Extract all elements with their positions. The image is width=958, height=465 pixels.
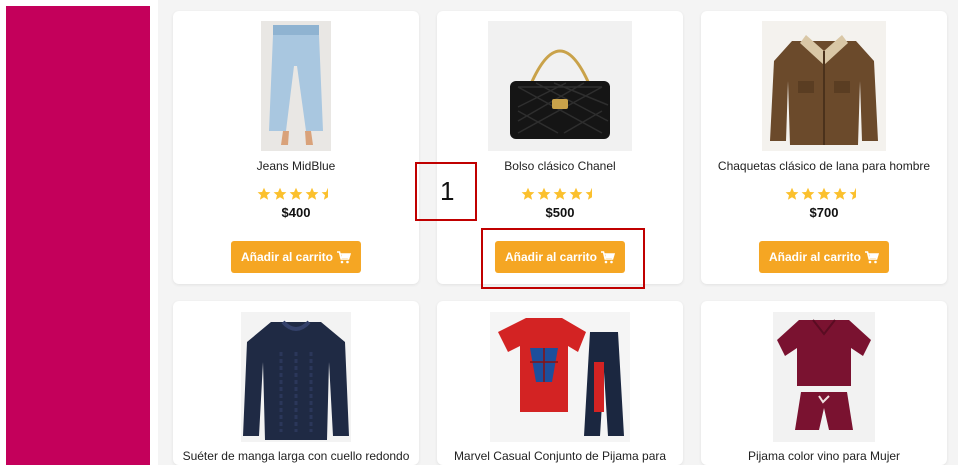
cart-icon <box>865 250 880 264</box>
product-price: $400 <box>281 205 311 220</box>
star-icon <box>801 187 815 201</box>
annotation-highlight <box>481 228 645 289</box>
button-label: Añadir al carrito <box>240 250 334 264</box>
rating-stars <box>701 187 947 201</box>
star-icon <box>257 187 271 201</box>
star-icon <box>521 187 535 201</box>
product-name[interactable]: Jeans MidBlue <box>173 159 419 173</box>
pajama-image <box>437 312 683 442</box>
product-name[interactable]: Chaquetas clásico de lana para hombre <box>701 159 947 173</box>
star-icon <box>321 187 335 201</box>
button-label: Añadir al carrito <box>768 250 862 264</box>
star-icon <box>849 187 863 201</box>
womens-pajama-image <box>701 312 947 442</box>
star-icon <box>833 187 847 201</box>
jacket-image <box>701 21 947 151</box>
product-card[interactable]: Chaquetas clásico de lana para hombre $7… <box>701 11 947 284</box>
annotation-number: 1 <box>440 176 455 206</box>
star-icon <box>569 187 583 201</box>
handbag-image <box>437 21 683 151</box>
star-icon <box>289 187 303 201</box>
product-card[interactable]: Marvel Casual Conjunto de Pijama para <box>437 301 683 465</box>
star-icon <box>785 187 799 201</box>
product-card[interactable]: Suéter de manga larga con cuello redondo <box>173 301 419 465</box>
sidebar <box>6 6 150 465</box>
star-icon <box>585 187 599 201</box>
star-icon <box>537 187 551 201</box>
add-to-cart-button[interactable]: Añadir al carrito <box>758 241 890 273</box>
jeans-image <box>173 21 419 151</box>
product-name[interactable]: Marvel Casual Conjunto de Pijama para <box>437 449 683 463</box>
product-card[interactable]: Jeans MidBlue $400 Añadir al carrito <box>173 11 419 284</box>
rating-stars <box>173 187 419 201</box>
product-name[interactable]: Suéter de manga larga con cuello redondo <box>173 449 419 463</box>
product-name[interactable]: Pijama color vino para Mujer <box>701 449 947 463</box>
product-card[interactable]: Pijama color vino para Mujer <box>701 301 947 465</box>
star-icon <box>273 187 287 201</box>
star-icon <box>305 187 319 201</box>
product-price: $700 <box>809 205 839 220</box>
add-to-cart-button[interactable]: Añadir al carrito <box>230 241 362 273</box>
cart-icon <box>337 250 352 264</box>
star-icon <box>817 187 831 201</box>
star-icon <box>553 187 567 201</box>
sweater-image <box>173 312 419 442</box>
